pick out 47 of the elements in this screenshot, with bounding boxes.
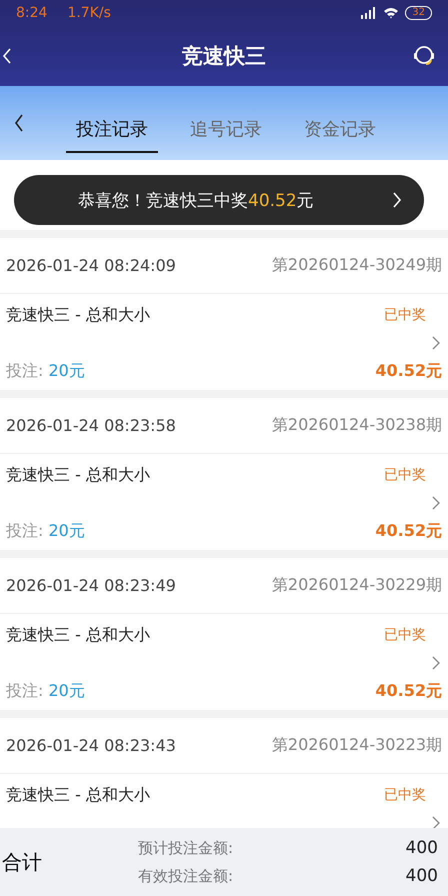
issue-number: 第20260124-30229期: [272, 575, 442, 596]
win-status: 已中奖: [383, 786, 427, 805]
bet-time: 2026-01-24 08:23:58: [6, 416, 176, 435]
toast[interactable]: 恭喜您！竞速快三中奖40.52元: [14, 175, 424, 225]
back-icon[interactable]: [14, 114, 24, 132]
record-card[interactable]: 2026-01-24 08:23:58 第20260124-30238期 竞速快三 - 总和大小 已中奖 投注: 20元 40.52元: [0, 398, 448, 550]
chevron-icon: [432, 336, 440, 350]
record-card[interactable]: 2026-01-24 08:24:09 第20260124-30249期 竞速快三 - 总和大小 已中奖 投注: 20元 40.52元: [0, 238, 448, 390]
battery-icon: 32: [405, 6, 432, 20]
record-card[interactable]: 2026-01-24 08:23:49 第20260124-30229期 竞速快三 - 总和大小 已中奖 投注: 20元 40.52元: [0, 558, 448, 710]
game-name: 竞速快三 - 总和大小: [6, 784, 150, 806]
record-card[interactable]: 2026-01-24 08:23:43 第20260124-30223期 竞速快三 - 总和大小 已中奖: [0, 718, 448, 828]
game-name: 竞速快三 - 总和大小: [6, 624, 150, 646]
bet-time: 2026-01-24 08:23:43: [6, 736, 176, 755]
bet-time: 2026-01-24 08:23:49: [6, 576, 176, 595]
issue-number: 第20260124-30223期: [272, 735, 442, 756]
game-name: 竞速快三 - 总和大小: [6, 464, 150, 486]
page-title: 竞速快三: [182, 43, 266, 70]
bet-time: 2026-01-24 08:24:09: [6, 256, 176, 275]
network-speed: 1.7K/s: [67, 5, 111, 21]
stake-amount: 投注: 20元: [6, 360, 85, 382]
prize-amount: 40.52元: [375, 360, 442, 382]
prize-amount: 40.52元: [375, 680, 442, 702]
prize-amount: 40.52元: [375, 520, 442, 542]
summary-label: 有效投注金额:: [138, 866, 234, 886]
chevron-icon: [432, 816, 440, 828]
chevron-icon: [432, 656, 440, 670]
stake-amount: 投注: 20元: [6, 680, 85, 702]
total-label: 合计: [2, 848, 43, 876]
issue-number: 第20260124-30238期: [272, 415, 442, 436]
status-time: 8:24: [16, 5, 48, 21]
signal-icon: [359, 7, 378, 19]
game-name: 竞速快三 - 总和大小: [6, 304, 150, 326]
summary-label: 预计投注金额:: [138, 838, 234, 858]
issue-number: 第20260124-30249期: [272, 255, 442, 276]
win-status: 已中奖: [383, 306, 427, 325]
win-status: 已中奖: [383, 466, 427, 485]
stake-amount: 投注: 20元: [6, 520, 85, 542]
summary-value: 400: [406, 838, 438, 858]
win-status: 已中奖: [383, 626, 427, 645]
wifi-icon: [383, 7, 400, 19]
tab[interactable]: 投注记录: [66, 107, 158, 153]
headset-icon[interactable]: [412, 44, 436, 68]
summary-value: 400: [406, 866, 438, 886]
chevron-icon: [392, 192, 402, 208]
chevron-icon: [432, 496, 440, 510]
toast-message: 恭喜您！竞速快三中奖40.52元: [78, 190, 314, 212]
